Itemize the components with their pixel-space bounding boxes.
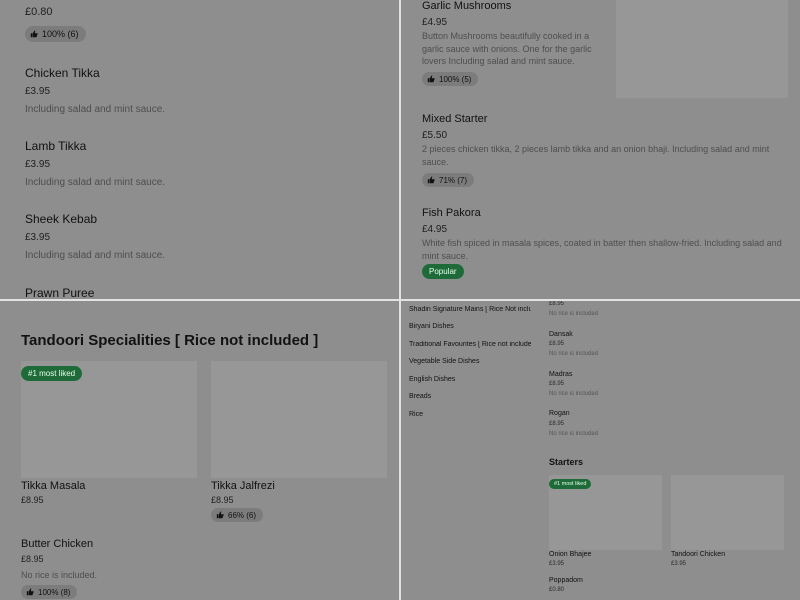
thumbs-up-icon: [216, 511, 224, 519]
item-description: Including salad and mint sauce.: [25, 104, 166, 115]
item-description: No rice is included.: [21, 570, 98, 580]
sidebar-item-breads[interactable]: Breads: [409, 393, 431, 400]
item-description: No rice is included: [549, 431, 599, 437]
menu-panel-top-right: Garlic Mushrooms £4.95 Button Mushrooms …: [401, 0, 800, 299]
rating-text: 100% (5): [439, 74, 472, 84]
item-description: Including salad and mint sauce.: [25, 250, 166, 261]
rating-pill: 100% (5): [422, 72, 479, 86]
item-description: 2 pieces chicken tikka, 2 pieces lamb ti…: [422, 144, 770, 167]
item-price: £8.95: [21, 554, 44, 564]
sidebar-item-vegetable-sides[interactable]: Vegetable Side Dishes: [409, 358, 479, 365]
menu-item-name[interactable]: Chicken Tikka: [25, 66, 100, 80]
rating-pill: 71% (7): [422, 173, 475, 187]
rating-text: 66% (6): [228, 510, 257, 520]
menu-item-name[interactable]: Tikka Jalfrezi: [211, 480, 275, 492]
item-price: £3.95: [25, 159, 51, 170]
thumbs-up-icon: [427, 75, 435, 83]
menu-item-name[interactable]: Madras: [549, 371, 572, 378]
thumbs-up-icon: [427, 176, 435, 184]
menu-item-name[interactable]: Prawn Puree: [25, 286, 94, 299]
item-description: No rice is included: [549, 351, 599, 357]
menu-panel-top-left: £0.80 100% (6) Chicken Tikka £3.95 Inclu…: [0, 0, 399, 299]
sidebar-item-rice[interactable]: Rice: [409, 411, 423, 418]
thumbs-up-icon: [30, 30, 38, 38]
item-image[interactable]: [211, 361, 387, 478]
rating-text: 100% (8): [38, 587, 71, 597]
item-price: £8.95: [549, 421, 565, 427]
rating-text: 100% (6): [42, 29, 79, 39]
section-title: Starters: [549, 457, 584, 467]
item-description: No rice is included: [549, 311, 599, 317]
item-description: Including salad and mint sauce.: [25, 177, 166, 188]
menu-item-name[interactable]: Poppadom: [549, 577, 583, 584]
rating-text: 71% (7): [439, 175, 468, 185]
menu-item-name[interactable]: Garlic Mushrooms: [422, 0, 511, 12]
menu-item-name[interactable]: Dansak: [549, 331, 573, 338]
item-price: £3.95: [25, 232, 51, 243]
menu-item-name[interactable]: Sheek Kebab: [25, 212, 97, 226]
item-price: £8.95: [549, 381, 565, 387]
menu-item-name[interactable]: Butter Chicken: [21, 538, 93, 550]
item-description: White fish spiced in masala spices, coat…: [422, 238, 782, 261]
menu-item-name[interactable]: Onion Bhajee: [549, 551, 591, 558]
item-price: £0.80: [549, 587, 565, 593]
rating-pill: 66% (6): [211, 508, 264, 522]
menu-item-name[interactable]: Tikka Masala: [21, 480, 85, 492]
item-price: £5.50: [422, 130, 448, 141]
section-title: Tandoori Specialities [ Rice not include…: [21, 332, 319, 349]
menu-panel-bottom-left: Tandoori Specialities [ Rice not include…: [0, 301, 399, 600]
rating-pill: 100% (6): [25, 26, 86, 42]
sidebar-item-english-dishes[interactable]: English Dishes: [409, 376, 455, 383]
item-description: No rice is included: [549, 391, 599, 397]
sidebar-item-biryani[interactable]: Biryani Dishes: [409, 323, 454, 330]
sidebar-item-signature-mains[interactable]: Shadin Signature Mains [ Rice Not includ: [409, 306, 531, 313]
item-price: £4.95: [422, 224, 448, 235]
menu-item-name[interactable]: Tandoori Chicken: [671, 551, 725, 558]
item-description: Button Mushrooms beautifully cooked in a…: [422, 31, 592, 66]
sidebar-item-traditional-favourites[interactable]: Traditional Favourites [ Rice not includ…: [409, 341, 531, 348]
item-price: £3.95: [549, 561, 565, 567]
item-price: £8.95: [21, 495, 44, 505]
item-price: £8.95: [549, 341, 565, 347]
menu-panel-bottom-right: Shadin Signature Mains [ Rice Not includ…: [401, 301, 800, 600]
most-liked-badge: #1 most liked: [21, 366, 83, 381]
item-price: £0.80: [25, 6, 53, 18]
item-price: £8.95: [549, 301, 565, 307]
menu-item-name[interactable]: Fish Pakora: [422, 207, 481, 219]
rating-pill: 100% (8): [21, 585, 78, 599]
menu-item-name[interactable]: Lamb Tikka: [25, 139, 86, 153]
thumbs-up-icon: [26, 588, 34, 596]
item-price: £8.95: [211, 495, 234, 505]
item-image[interactable]: [616, 0, 788, 98]
menu-item-name[interactable]: Rogan: [549, 410, 570, 417]
most-liked-badge: #1 most liked: [549, 479, 592, 489]
menu-item-name[interactable]: Mixed Starter: [422, 113, 487, 125]
item-price: £3.95: [25, 86, 51, 97]
popular-badge: Popular: [422, 264, 464, 279]
quadrant-divider-horizontal: [0, 299, 800, 301]
item-image[interactable]: [671, 475, 784, 550]
item-price: £4.95: [422, 17, 448, 28]
screenshot-grid: £0.80 100% (6) Chicken Tikka £3.95 Inclu…: [0, 0, 800, 600]
item-price: £3.95: [671, 561, 687, 567]
